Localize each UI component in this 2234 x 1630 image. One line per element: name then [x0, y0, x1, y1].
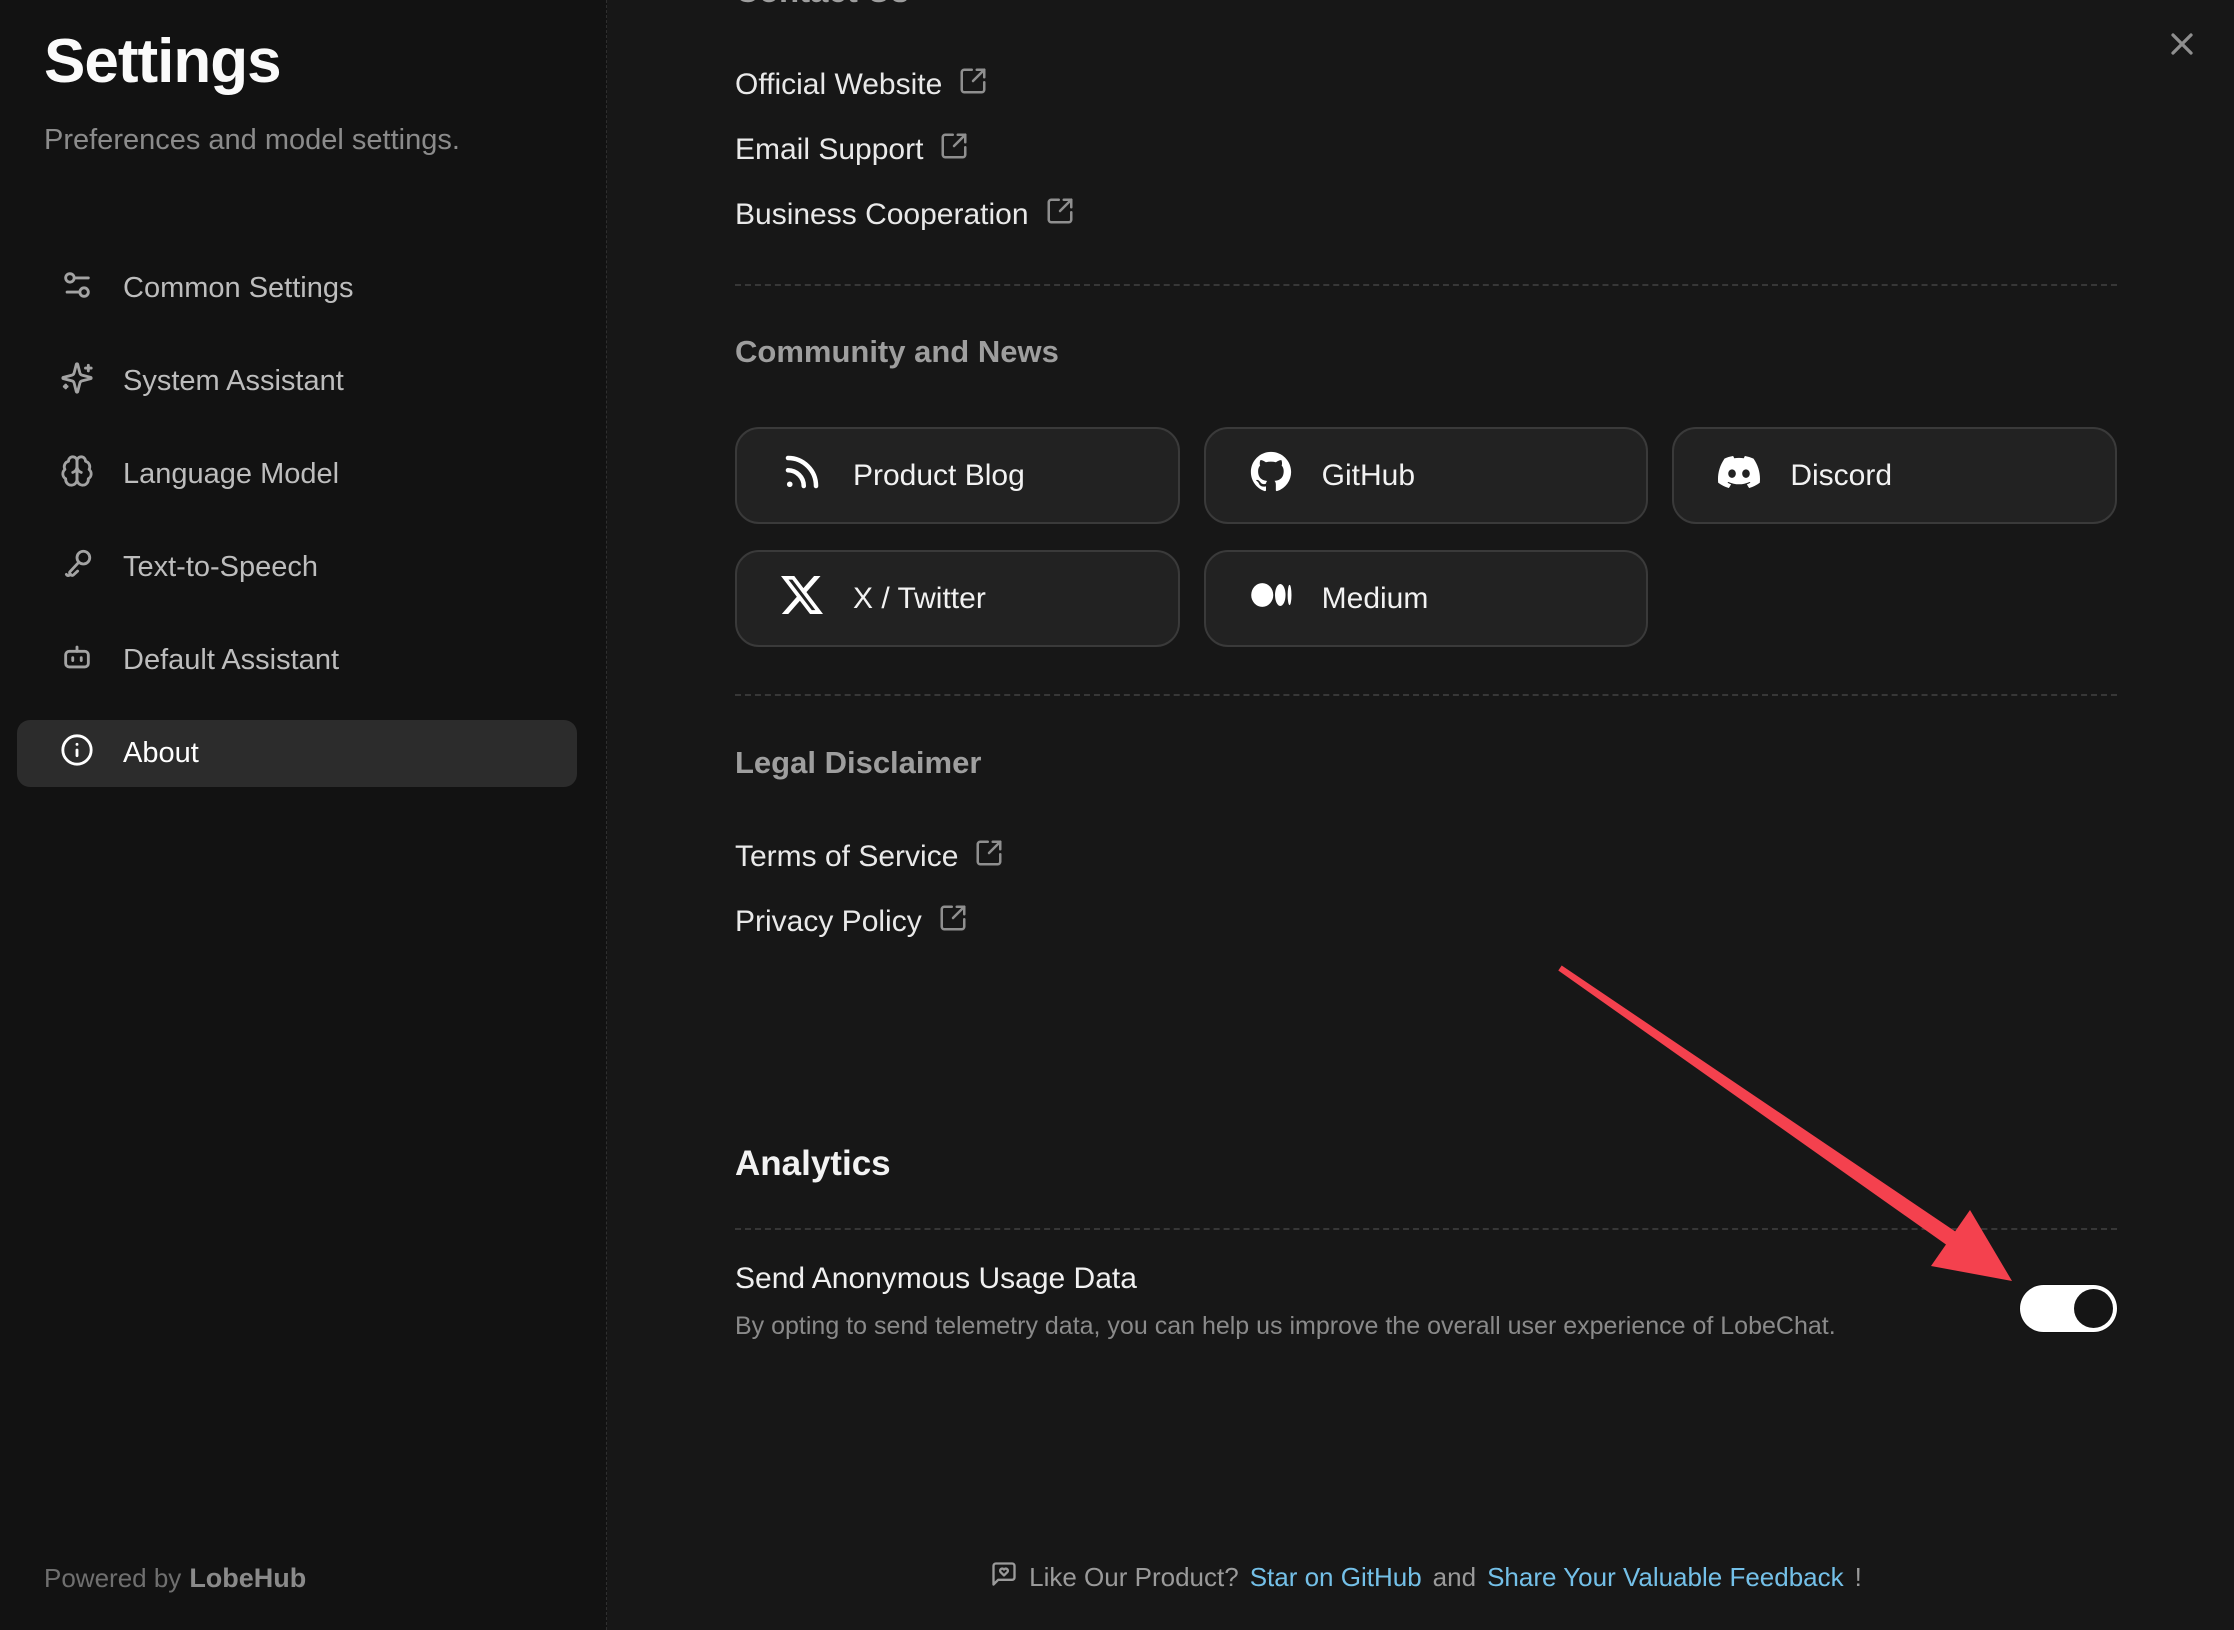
community-section-title: Community and News — [735, 334, 1059, 370]
sidebar-item-label: Text-to-Speech — [123, 551, 318, 584]
community-buttons: Product Blog GitHub Discord X / Twitter … — [735, 427, 2117, 647]
email-support-link[interactable]: Email Support — [735, 131, 1075, 168]
sidebar-item-label: Language Model — [123, 458, 339, 491]
terms-of-service-link[interactable]: Terms of Service — [735, 838, 1004, 875]
link-label: Official Website — [735, 68, 942, 102]
button-label: X / Twitter — [853, 582, 986, 616]
button-label: Discord — [1790, 459, 1892, 493]
toggle-knob — [2074, 1289, 2113, 1328]
info-icon — [60, 733, 94, 775]
section-divider — [735, 1228, 2117, 1230]
official-website-link[interactable]: Official Website — [735, 66, 1075, 103]
microphone-icon — [60, 547, 94, 589]
external-link-icon — [939, 131, 969, 169]
footer-text: Like Our Product? — [1029, 1562, 1239, 1593]
medium-icon — [1250, 574, 1292, 624]
button-label: Medium — [1322, 582, 1429, 616]
external-link-icon — [938, 903, 968, 941]
analytics-section-title: Analytics — [735, 1144, 891, 1184]
usage-data-label: Send Anonymous Usage Data — [735, 1262, 1137, 1296]
link-label: Business Cooperation — [735, 198, 1029, 232]
discord-icon — [1718, 451, 1760, 501]
robot-icon — [60, 640, 94, 682]
usage-data-description: By opting to send telemetry data, you ca… — [735, 1312, 1836, 1341]
github-button[interactable]: GitHub — [1204, 427, 1649, 524]
x-twitter-button[interactable]: X / Twitter — [735, 550, 1180, 647]
sidebar-item-language-model[interactable]: Language Model — [17, 441, 577, 508]
sidebar-item-label: Common Settings — [123, 272, 354, 305]
feedback-bubble-icon — [990, 1560, 1018, 1595]
sidebar-item-label: System Assistant — [123, 365, 344, 398]
business-cooperation-link[interactable]: Business Cooperation — [735, 196, 1075, 233]
link-label: Privacy Policy — [735, 905, 922, 939]
section-divider — [735, 284, 2117, 286]
legal-section-title: Legal Disclaimer — [735, 745, 981, 781]
button-label: Product Blog — [853, 459, 1025, 493]
contact-section-title: Contact Us — [735, 0, 909, 8]
section-divider — [735, 694, 2117, 696]
footer-text: and — [1433, 1562, 1476, 1593]
github-icon — [1250, 451, 1292, 501]
powered-by: Powered by LobeHub — [44, 1563, 306, 1594]
sidebar-item-about[interactable]: About — [17, 720, 577, 787]
powered-by-prefix: Powered by — [44, 1563, 181, 1593]
external-link-icon — [974, 838, 1004, 876]
page-subtitle: Preferences and model settings. — [44, 124, 460, 157]
about-content: Contact Us Official Website Email Suppor… — [735, 0, 2117, 1630]
medium-button[interactable]: Medium — [1204, 550, 1649, 647]
star-on-github-link[interactable]: Star on GitHub — [1250, 1562, 1422, 1593]
sidebar-item-system-assistant[interactable]: System Assistant — [17, 348, 577, 415]
external-link-icon — [1045, 196, 1075, 234]
button-label: GitHub — [1322, 459, 1415, 493]
sidebar-item-text-to-speech[interactable]: Text-to-Speech — [17, 534, 577, 601]
discord-button[interactable]: Discord — [1672, 427, 2117, 524]
sparkles-icon — [60, 361, 94, 403]
sidebar-item-label: Default Assistant — [123, 644, 339, 677]
footer-text: ! — [1855, 1562, 1862, 1593]
close-button[interactable] — [2160, 24, 2204, 68]
sidebar-item-common-settings[interactable]: Common Settings — [17, 255, 577, 322]
x-twitter-icon — [781, 574, 823, 624]
contact-links: Official Website Email Support Business … — [735, 66, 1075, 261]
close-icon — [2164, 26, 2200, 67]
brain-icon — [60, 454, 94, 496]
legal-links: Terms of Service Privacy Policy — [735, 838, 1004, 968]
external-link-icon — [958, 66, 988, 104]
privacy-policy-link[interactable]: Privacy Policy — [735, 903, 1004, 940]
link-label: Email Support — [735, 133, 923, 167]
usage-data-toggle[interactable] — [2020, 1285, 2117, 1332]
sliders-icon — [60, 268, 94, 310]
about-panel: Contact Us Official Website Email Suppor… — [608, 0, 2234, 1630]
sidebar-item-label: About — [123, 737, 199, 770]
page-title: Settings — [44, 26, 281, 97]
link-label: Terms of Service — [735, 840, 958, 874]
product-blog-button[interactable]: Product Blog — [735, 427, 1180, 524]
product-footer: Like Our Product? Star on GitHub and Sha… — [735, 1560, 2117, 1595]
rss-icon — [781, 451, 823, 501]
share-feedback-link[interactable]: Share Your Valuable Feedback — [1487, 1562, 1844, 1593]
settings-nav: Common Settings System Assistant Languag… — [17, 255, 577, 813]
settings-sidebar: Settings Preferences and model settings.… — [0, 0, 607, 1630]
lobehub-brand[interactable]: LobeHub — [189, 1563, 306, 1593]
sidebar-item-default-assistant[interactable]: Default Assistant — [17, 627, 577, 694]
